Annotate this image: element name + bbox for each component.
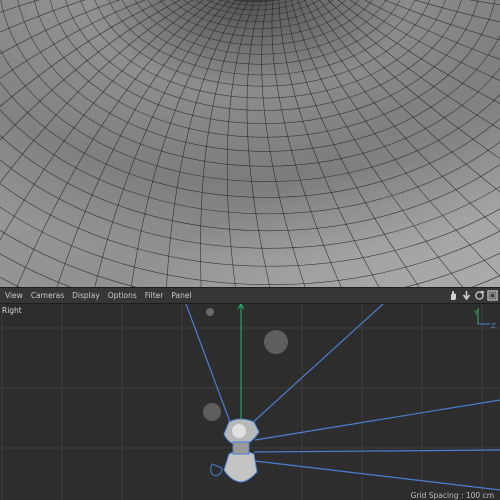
right-viewport-scene: Y Z [0,304,500,500]
viewport-menu: View Cameras Display Options Filter Pane… [2,288,197,303]
menu-options[interactable]: Options [105,288,142,303]
grid-spacing-label: Grid Spacing : 100 cm [410,491,494,500]
menu-panel[interactable]: Panel [168,288,196,303]
axis-z-label: Z [491,322,496,330]
perspective-viewport[interactable] [0,0,500,287]
move-view-icon[interactable] [448,290,459,301]
viewport-toolbar: View Cameras Display Options Filter Pane… [0,287,500,304]
tunnel-mesh [0,0,500,287]
menu-filter[interactable]: Filter [142,288,169,303]
view-navigation-icons [448,288,498,303]
axis-y-label: Y [473,309,479,317]
dolly-view-icon[interactable] [461,290,472,301]
view-name-label: Right [2,306,22,315]
rotate-view-icon[interactable] [474,290,485,301]
right-viewport[interactable]: Y Z Right Grid Spacing : 100 cm [0,304,500,500]
maximize-view-icon[interactable] [487,290,498,301]
menu-view[interactable]: View [2,288,28,303]
menu-display[interactable]: Display [69,288,105,303]
menu-cameras[interactable]: Cameras [28,288,69,303]
